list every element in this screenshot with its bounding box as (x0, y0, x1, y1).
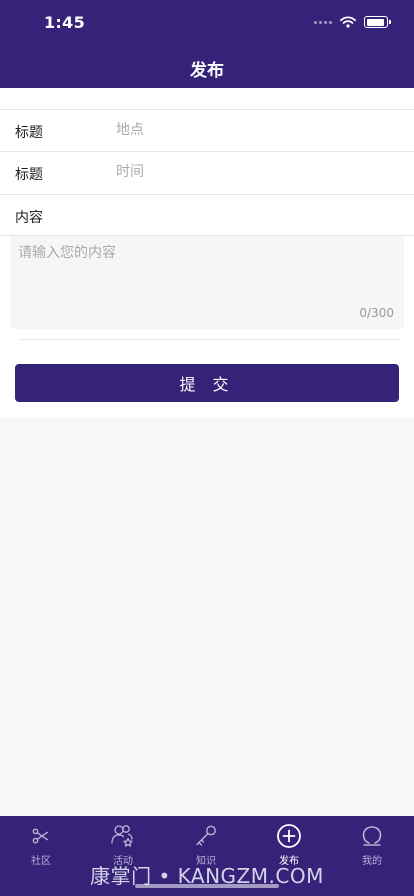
page-title: 发布 (190, 60, 224, 81)
home-indicator (135, 884, 279, 888)
wifi-icon (340, 16, 356, 28)
status-time: 1:45 (44, 13, 85, 32)
scissors-icon (27, 822, 55, 850)
content-label: 内容 (15, 210, 43, 226)
location-input[interactable] (116, 116, 386, 144)
signal-icon (314, 20, 332, 24)
person-icon (358, 822, 386, 850)
plus-circle-icon (275, 822, 303, 850)
key-icon (192, 822, 220, 850)
divider (0, 151, 414, 152)
people-star-icon (109, 822, 137, 850)
status-bar: 1:45 (0, 0, 414, 48)
submit-button[interactable]: 提 交 (15, 364, 399, 402)
divider (0, 109, 414, 110)
content-textarea[interactable] (18, 242, 394, 302)
nav-bar: 发布 (0, 48, 414, 88)
location-label: 标题 (15, 125, 43, 141)
time-label: 标题 (15, 167, 43, 183)
status-indicators (314, 16, 391, 28)
battery-icon (364, 16, 391, 28)
divider (0, 194, 414, 195)
char-counter: 0/300 (359, 306, 394, 320)
content-box: 0/300 (10, 236, 404, 329)
time-input[interactable] (116, 158, 386, 186)
divider (20, 339, 400, 340)
publish-form: 标题 标题 内容 0/300 提 交 (0, 88, 414, 418)
